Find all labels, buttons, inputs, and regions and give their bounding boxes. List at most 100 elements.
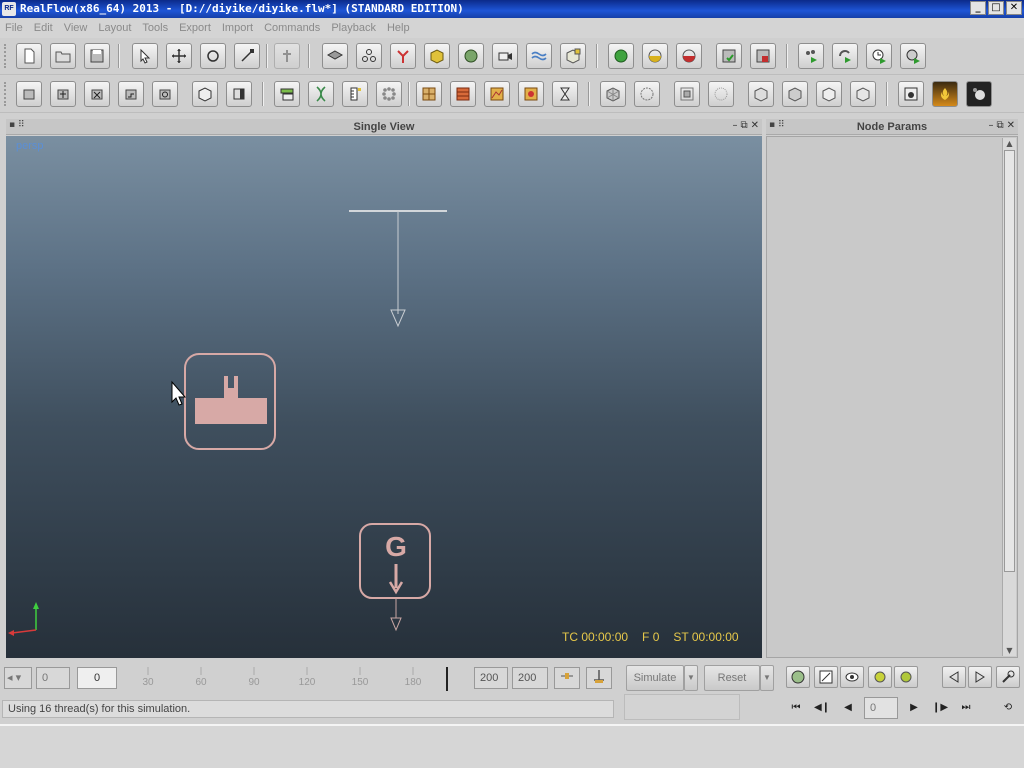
close-button[interactable]: ✕ (1006, 1, 1022, 15)
daemon-button[interactable] (274, 81, 300, 107)
viewport-3d[interactable]: persp G TC 00:00:00 F 0 ST 00:00:00 (6, 136, 762, 658)
simulate-dropdown-icon[interactable]: ▼ (684, 665, 698, 691)
maximize-button[interactable]: □ (988, 1, 1004, 15)
globe-settings-button[interactable] (786, 666, 810, 688)
container-object[interactable] (184, 353, 276, 450)
emitter-circle-button[interactable] (152, 81, 178, 107)
scale-tool-button[interactable] (234, 43, 260, 69)
clock-play-button[interactable] (866, 43, 892, 69)
object-cylinder-button[interactable] (226, 81, 252, 107)
mesh-a-button[interactable] (600, 81, 626, 107)
grid-map-button[interactable] (484, 81, 510, 107)
key-button[interactable] (554, 667, 580, 689)
menu-help[interactable]: Help (387, 22, 410, 34)
play-backward-icon[interactable]: ◀ (838, 699, 858, 717)
anchor-button[interactable] (586, 667, 612, 689)
go-to-end-icon[interactable]: ⏭ (956, 699, 976, 717)
mesh-d-button[interactable] (708, 81, 734, 107)
menu-commands[interactable]: Commands (264, 22, 320, 34)
cube-a-button[interactable] (748, 81, 774, 107)
save-button[interactable] (84, 43, 110, 69)
minimize-panel-icon[interactable]: – (732, 120, 737, 131)
step-back-button[interactable] (942, 666, 966, 688)
scroll-down-icon[interactable]: ▼ (1003, 645, 1016, 656)
mesh-b-button[interactable] (634, 81, 660, 107)
menu-import[interactable]: Import (222, 22, 253, 34)
toolbar-grip[interactable] (4, 82, 8, 106)
loop-icon[interactable]: ⟲ (998, 699, 1018, 717)
sphere-button[interactable] (458, 43, 484, 69)
dark-render-button[interactable] (966, 81, 992, 107)
float-panel-icon[interactable]: ⧉ (740, 120, 747, 131)
timeline-options-button[interactable]: ◂ ▾ (4, 667, 32, 689)
max-frame-field[interactable]: 200 (512, 667, 548, 689)
current-frame-field[interactable]: 0 (77, 667, 117, 689)
mesh-cube-button[interactable] (560, 43, 586, 69)
simulate-play-button[interactable] (798, 43, 824, 69)
particles-b-button[interactable] (894, 666, 918, 688)
rotate-tool-button[interactable] (200, 43, 226, 69)
open-button[interactable] (50, 43, 76, 69)
layers-button[interactable] (322, 43, 348, 69)
tools-button[interactable] (996, 666, 1020, 688)
cube-d-button[interactable] (850, 81, 876, 107)
scale-view-button[interactable] (814, 666, 838, 688)
scroll-thumb[interactable] (1004, 150, 1015, 572)
fire-button[interactable] (932, 81, 958, 107)
step-forward-button[interactable] (968, 666, 992, 688)
menu-view[interactable]: View (64, 22, 88, 34)
new-file-button[interactable] (16, 43, 42, 69)
toolbar-grip[interactable] (4, 44, 8, 68)
emitter-step-button[interactable] (118, 81, 144, 107)
emitter-x-button[interactable] (84, 81, 110, 107)
step-backward-frame-icon[interactable]: ◀❙ (812, 699, 832, 717)
yellow-status-button[interactable] (642, 43, 668, 69)
close-panel-icon[interactable]: ✕ (1007, 120, 1015, 131)
menu-file[interactable]: File (5, 22, 23, 34)
globe-play-button[interactable] (900, 43, 926, 69)
box-button[interactable] (424, 43, 450, 69)
end-frame-field[interactable]: 200 (474, 667, 508, 689)
dna-button[interactable] (308, 81, 334, 107)
grid-yellow-button[interactable] (416, 81, 442, 107)
grid-flower-button[interactable] (518, 81, 544, 107)
emitter-plus-button[interactable] (50, 81, 76, 107)
red-status-button[interactable] (676, 43, 702, 69)
step-forward-frame-icon[interactable]: ❙▶ (930, 699, 950, 717)
play-forward-icon[interactable]: ▶ (904, 699, 924, 717)
timeline-ruler[interactable]: 30 60 90 120 150 180 (122, 667, 462, 691)
ruler-button[interactable] (342, 81, 368, 107)
menu-playback[interactable]: Playback (331, 22, 376, 34)
menu-tools[interactable]: Tools (142, 22, 168, 34)
go-to-start-icon[interactable]: ⏮ (786, 699, 806, 717)
menu-layout[interactable]: Layout (98, 22, 131, 34)
minimize-panel-icon[interactable]: – (988, 120, 993, 131)
reset-dropdown-icon[interactable]: ▼ (760, 665, 774, 691)
menu-edit[interactable]: Edit (34, 22, 53, 34)
save-red-button[interactable] (750, 43, 776, 69)
start-frame-field[interactable]: 0 (36, 667, 70, 689)
cube-b-button[interactable] (782, 81, 808, 107)
particles-button[interactable] (376, 81, 402, 107)
particles-a-button[interactable] (868, 666, 892, 688)
minimize-button[interactable]: _ (970, 1, 986, 15)
close-panel-icon[interactable]: ✕ (751, 120, 759, 131)
menu-export[interactable]: Export (179, 22, 211, 34)
visibility-button[interactable] (840, 666, 864, 688)
pin-button[interactable] (274, 43, 300, 69)
float-panel-icon[interactable]: ⧉ (996, 120, 1003, 131)
fork-button[interactable] (390, 43, 416, 69)
loop-play-button[interactable] (832, 43, 858, 69)
cube-c-button[interactable] (816, 81, 842, 107)
hourglass-button[interactable] (552, 81, 578, 107)
emitter-object[interactable] (349, 210, 447, 328)
render-button[interactable] (898, 81, 924, 107)
grid-red-button[interactable] (450, 81, 476, 107)
waves-button[interactable] (526, 43, 552, 69)
emitter-square-button[interactable] (16, 81, 42, 107)
mesh-c-button[interactable] (674, 81, 700, 107)
object-cube-button[interactable] (192, 81, 218, 107)
scroll-up-icon[interactable]: ▲ (1003, 138, 1016, 149)
playback-frame-field[interactable]: 0 (864, 697, 898, 719)
save-green-button[interactable] (716, 43, 742, 69)
